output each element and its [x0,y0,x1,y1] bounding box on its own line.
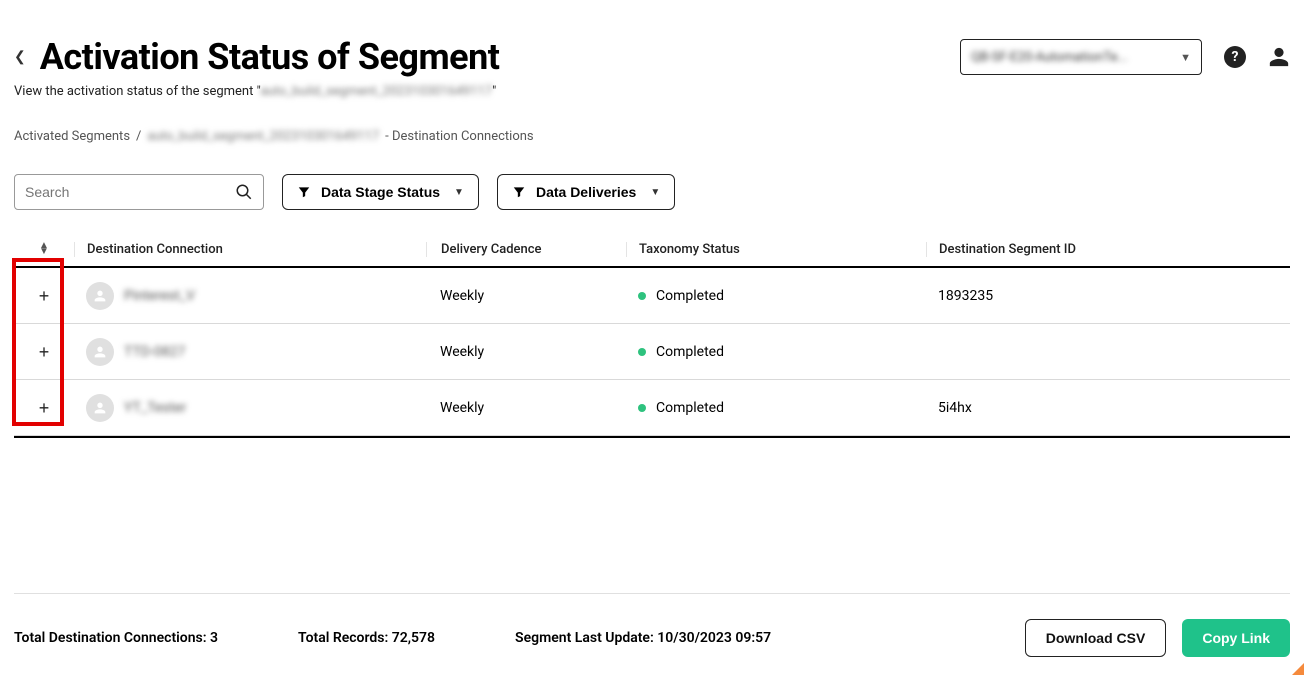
expand-row-button[interactable]: + [33,285,55,307]
table-row: + TTD-0827 Weekly Completed [14,324,1290,380]
download-csv-button[interactable]: Download CSV [1025,619,1167,657]
page-footer: Total Destination Connections: 3 Total R… [14,593,1290,663]
breadcrumb: Activated Segments / auto_build_segment_… [14,129,1290,144]
status-dot-icon [638,404,646,412]
expand-row-button[interactable]: + [33,397,55,419]
destination-name[interactable]: TTD-0827 [124,344,185,360]
chevron-down-icon: ▼ [1180,51,1191,64]
destination-avatar-icon [86,282,114,310]
status-dot-icon [638,292,646,300]
destination-name[interactable]: YT_Tester [124,400,186,416]
cadence-value: Weekly [426,288,626,304]
corner-fold-icon [1292,663,1304,675]
taxonomy-status: Completed [656,400,724,416]
segment-id-value: 1893235 [926,288,1290,304]
destination-avatar-icon [86,338,114,366]
segment-id-value: 5i4hx [926,400,1290,416]
search-input[interactable] [25,184,235,200]
col-taxonomy[interactable]: Taxonomy Status [626,242,926,257]
cadence-value: Weekly [426,400,626,416]
col-destination[interactable]: Destination Connection [74,242,426,257]
user-icon[interactable] [1268,46,1290,68]
col-cadence[interactable]: Delivery Cadence [426,242,626,257]
table-row: + Pinterest_V Weekly Completed 1893235 [14,268,1290,324]
destination-avatar-icon [86,394,114,422]
expand-row-button[interactable]: + [33,341,55,363]
help-icon[interactable]: ? [1224,46,1246,68]
col-segment-id[interactable]: Destination Segment ID [926,242,1290,257]
filter-data-deliveries[interactable]: Data Deliveries ▼ [497,174,675,210]
chevron-down-icon: ▼ [650,187,660,198]
page-title: Activation Status of Segment [40,36,500,78]
total-connections: Total Destination Connections: 3 [14,630,218,646]
filter-data-stage-status[interactable]: Data Stage Status ▼ [282,174,479,210]
taxonomy-status: Completed [656,288,724,304]
last-update: Segment Last Update: 10/30/2023 09:57 [515,630,771,646]
taxonomy-status: Completed [656,344,724,360]
table-header: ▲▼ Destination Connection Delivery Caden… [14,232,1290,266]
copy-link-button[interactable]: Copy Link [1182,619,1290,657]
page-subtitle: View the activation status of the segmen… [14,84,1290,99]
breadcrumb-tail: - Destination Connections [385,129,534,144]
total-records: Total Records: 72,578 [298,630,435,646]
destination-name[interactable]: Pinterest_V [124,288,195,304]
breadcrumb-root[interactable]: Activated Segments [14,129,130,144]
back-chevron-icon[interactable]: ❮ [14,49,26,65]
org-selector-label: QB-SF-E20-AutomationTe... [971,50,1128,65]
cadence-value: Weekly [426,344,626,360]
search-field[interactable] [14,174,264,210]
sort-toggle-icon[interactable]: ▲▼ [39,243,49,255]
org-selector[interactable]: QB-SF-E20-AutomationTe... ▼ [960,39,1202,75]
filter-icon [512,185,526,199]
search-icon [235,183,253,201]
chevron-down-icon: ▼ [454,187,464,198]
connections-table: ▲▼ Destination Connection Delivery Caden… [14,232,1290,438]
status-dot-icon [638,348,646,356]
table-row: + YT_Tester Weekly Completed 5i4hx [14,380,1290,436]
breadcrumb-segment: auto_build_segment_202310301649117 [147,129,379,144]
filter-icon [297,185,311,199]
